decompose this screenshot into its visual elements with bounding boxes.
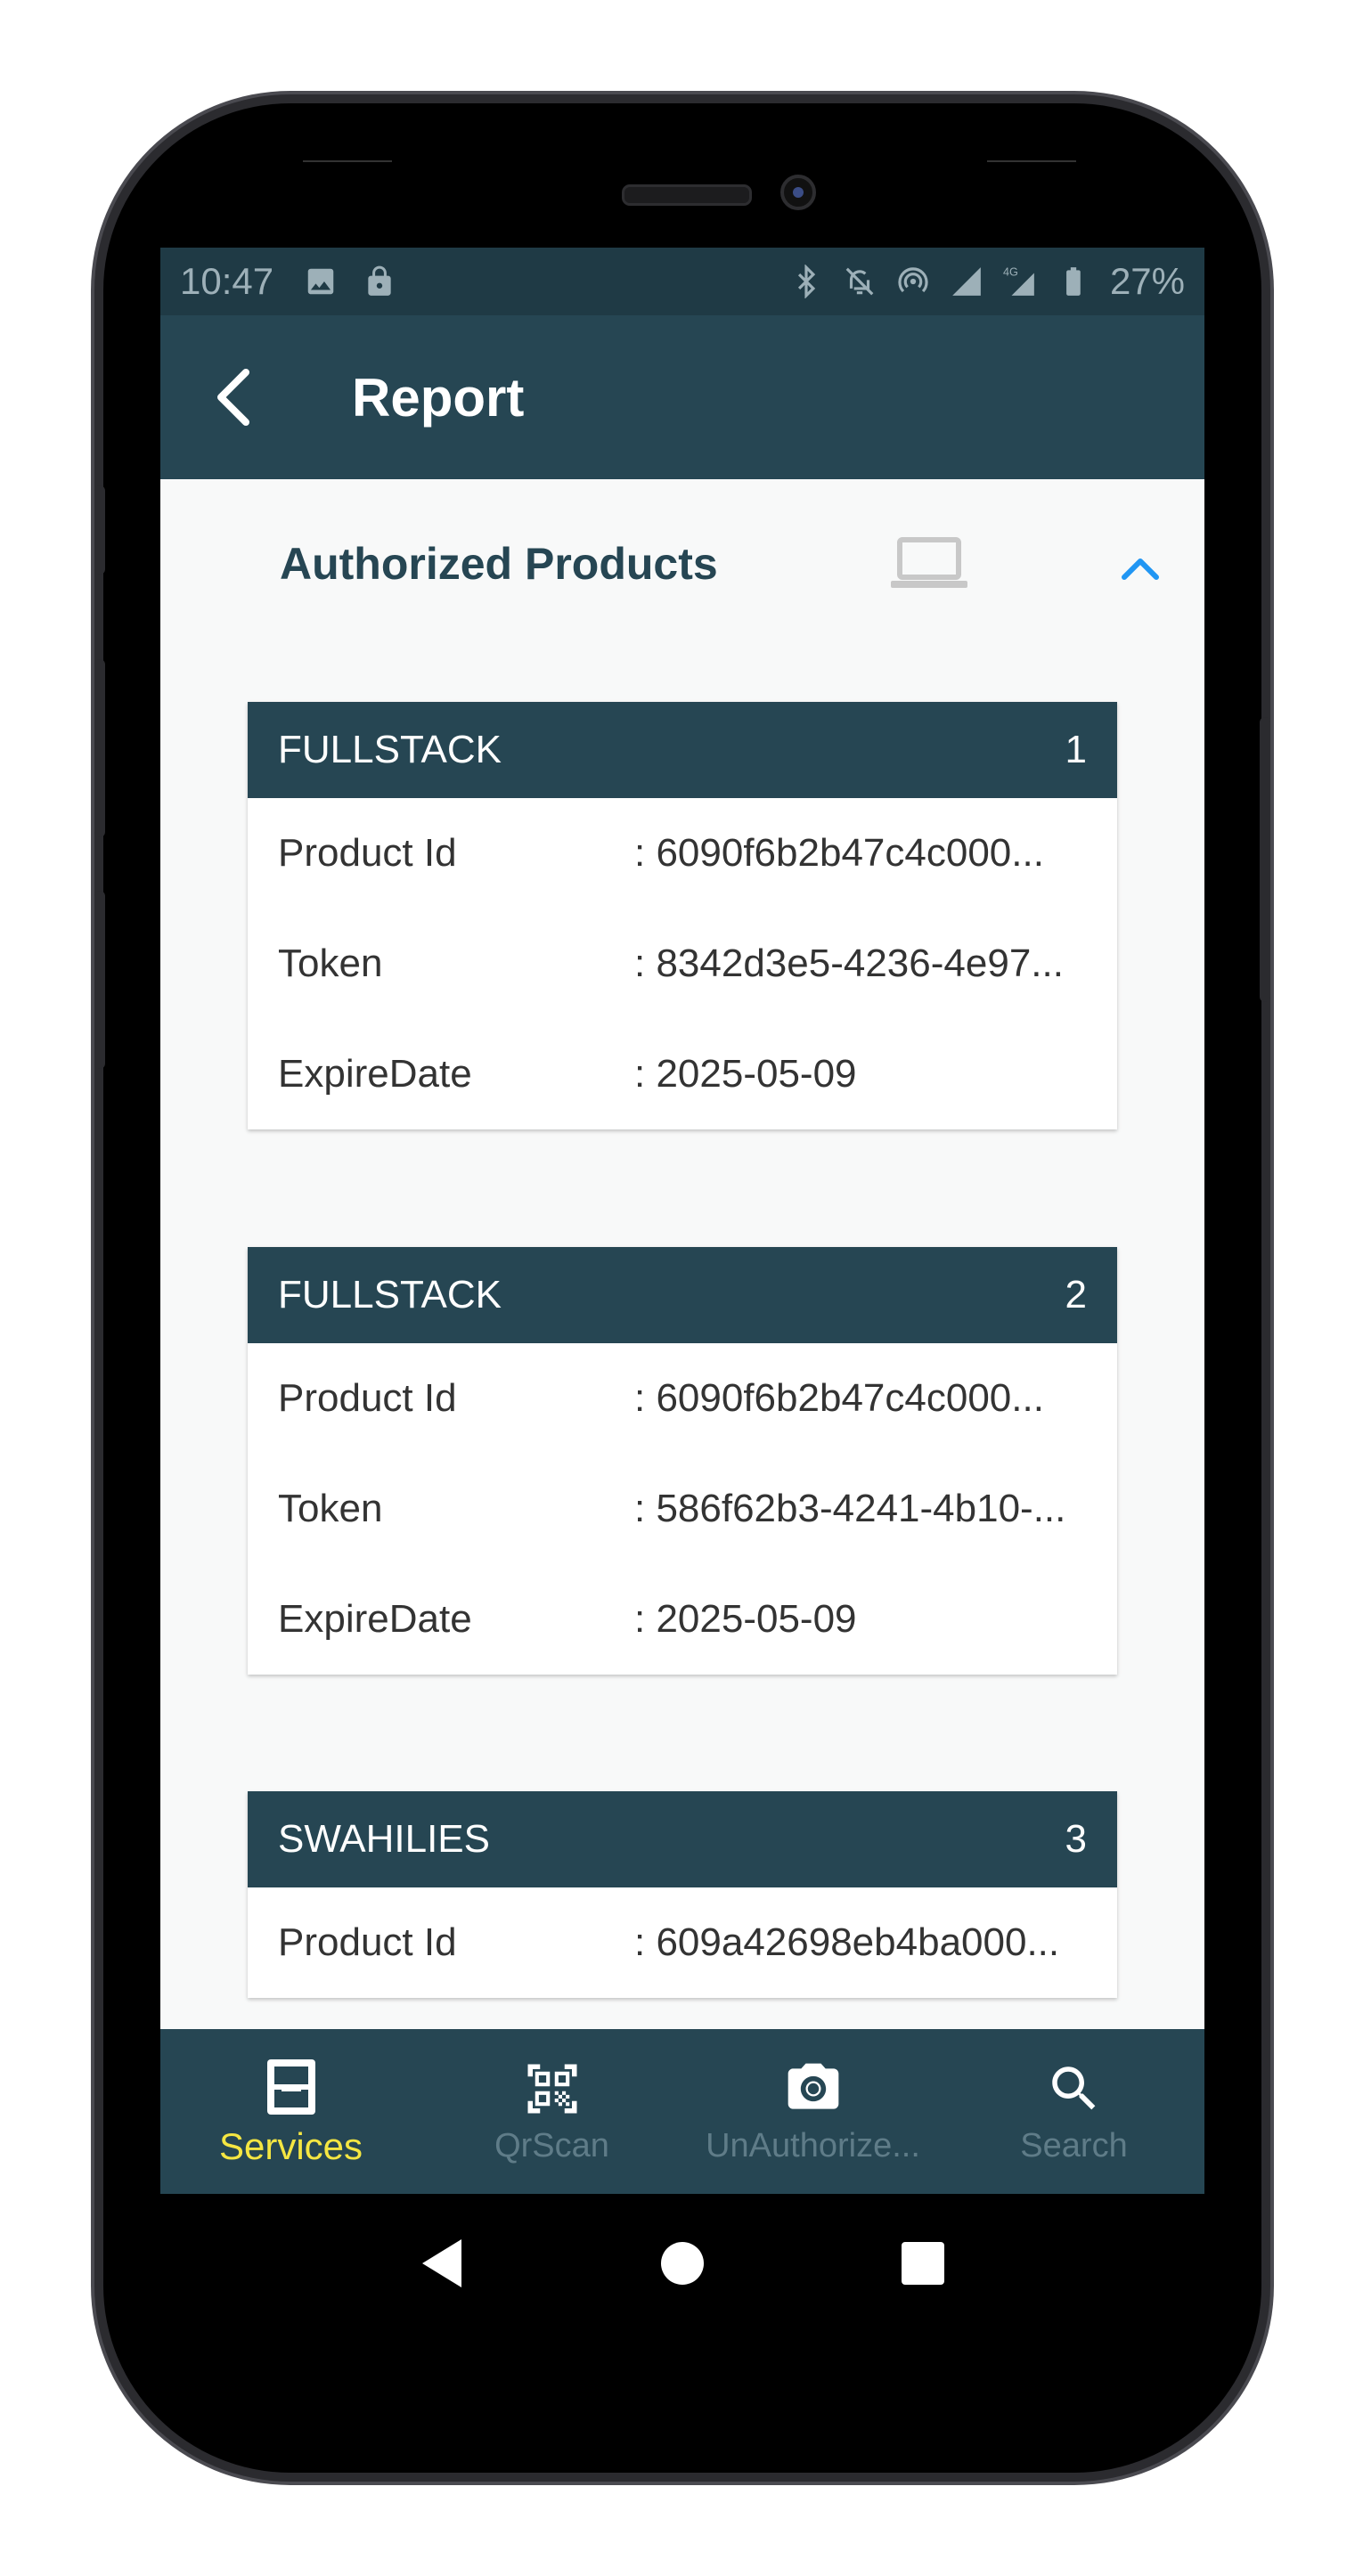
bottom-navigation: Services QrScan UnAuthorize... Search [160,2029,1204,2194]
laptop-icon [891,537,967,588]
system-home-button[interactable] [656,2237,709,2290]
home-circle-icon [661,2242,704,2285]
services-icon [260,2056,322,2118]
row-value: : 586f62b3-4241-4b10-... [634,1487,1066,1530]
product-card[interactable]: FULLSTACK 1 Product Id : 6090f6b2b47c4c0… [248,702,1117,1129]
nav-item-services[interactable]: Services [160,2029,421,2194]
row-label: Product Id [278,1920,457,1964]
system-back-button[interactable] [415,2237,469,2290]
status-left-icons [304,265,396,298]
authorized-products-header[interactable]: Authorized Products [160,479,1204,648]
nav-label: UnAuthorize... [706,2127,920,2164]
camera-icon [782,2058,845,2120]
section-title: Authorized Products [280,539,718,589]
search-icon [1043,2058,1106,2120]
card-row-expire-date: ExpireDate : 2025-05-09 [248,1019,1117,1129]
row-value: : 2025-05-09 [634,1052,857,1096]
row-value: : 6090f6b2b47c4c000... [634,1376,1044,1420]
device-power-button [1260,717,1270,1002]
screen: 10:47 4G 27% Report Authorized Products [160,248,1204,2194]
device-volume-up [94,659,105,837]
product-card[interactable]: FULLSTACK 2 Product Id : 6090f6b2b47c4c0… [248,1247,1117,1675]
device-top-line-right [987,160,1076,162]
product-card[interactable]: SWAHILIES 3 Product Id : 609a42698eb4ba0… [248,1791,1117,1998]
product-name: FULLSTACK [278,728,502,771]
svg-text:4G: 4G [1003,266,1018,279]
signal-icon [952,267,981,296]
collapse-button[interactable] [1105,533,1176,604]
image-icon [307,268,334,295]
device-side-button [94,485,105,575]
nav-label: Services [218,2124,363,2167]
nav-item-search[interactable]: Search [943,2029,1204,2194]
row-value: : 8342d3e5-4236-4e97... [634,942,1064,985]
device-volume-down [94,891,105,1069]
card-row-product-id: Product Id : 609a42698eb4ba000... [248,1887,1117,1998]
back-arrow-icon [217,369,249,426]
system-recents-button[interactable] [896,2237,950,2290]
product-name: SWAHILIES [278,1817,490,1861]
card-row-expire-date: ExpireDate : 2025-05-09 [248,1564,1117,1675]
row-label: ExpireDate [278,1052,472,1096]
row-label: Product Id [278,1376,457,1420]
lock-icon [368,265,391,296]
row-label: Token [278,1487,383,1530]
device-speaker [622,184,752,206]
notifications-off-icon [845,267,874,296]
card-header: FULLSTACK 2 [248,1247,1117,1343]
battery-level: 27% [1109,260,1185,302]
product-index: 1 [1065,728,1087,771]
system-navigation [160,2194,1204,2333]
row-label: Product Id [278,831,457,875]
status-bar: 10:47 4G 27% [160,248,1204,315]
nav-item-qrscan[interactable]: QrScan [421,2029,682,2194]
row-label: ExpireDate [278,1597,472,1641]
row-value: : 6090f6b2b47c4c000... [634,831,1044,875]
chevron-up-icon [1122,558,1159,580]
card-row-token: Token : 8342d3e5-4236-4e97... [248,909,1117,1019]
app-bar: Report [160,315,1204,479]
card-header: SWAHILIES 3 [248,1791,1117,1887]
card-header: FULLSTACK 1 [248,702,1117,798]
hotspot-icon [898,267,928,293]
nav-item-unauthorized[interactable]: UnAuthorize... [682,2029,943,2194]
battery-icon [1066,267,1081,296]
device-top-line-left [303,160,392,162]
row-value: : 2025-05-09 [634,1597,857,1641]
bluetooth-icon [797,265,816,298]
status-right-icons: 4G 27% [789,260,1185,303]
device-camera [780,175,816,210]
row-value: : 609a42698eb4ba000... [634,1920,1060,1964]
qr-scan-icon [521,2058,584,2120]
product-index: 3 [1065,1817,1087,1861]
product-index: 2 [1065,1273,1087,1317]
card-row-product-id: Product Id : 6090f6b2b47c4c000... [248,1343,1117,1454]
nav-label: QrScan [494,2127,609,2164]
recents-square-icon [902,2242,944,2285]
card-row-product-id: Product Id : 6090f6b2b47c4c000... [248,798,1117,909]
page-title: Report [352,367,525,428]
back-triangle-icon [422,2239,461,2287]
nav-label: Search [1020,2127,1128,2164]
card-row-token: Token : 586f62b3-4241-4b10-... [248,1454,1117,1564]
product-name: FULLSTACK [278,1273,502,1317]
status-time: 10:47 [180,260,274,302]
row-label: Token [278,942,383,985]
signal-4g-icon: 4G [1003,266,1034,296]
back-button[interactable] [196,362,267,433]
